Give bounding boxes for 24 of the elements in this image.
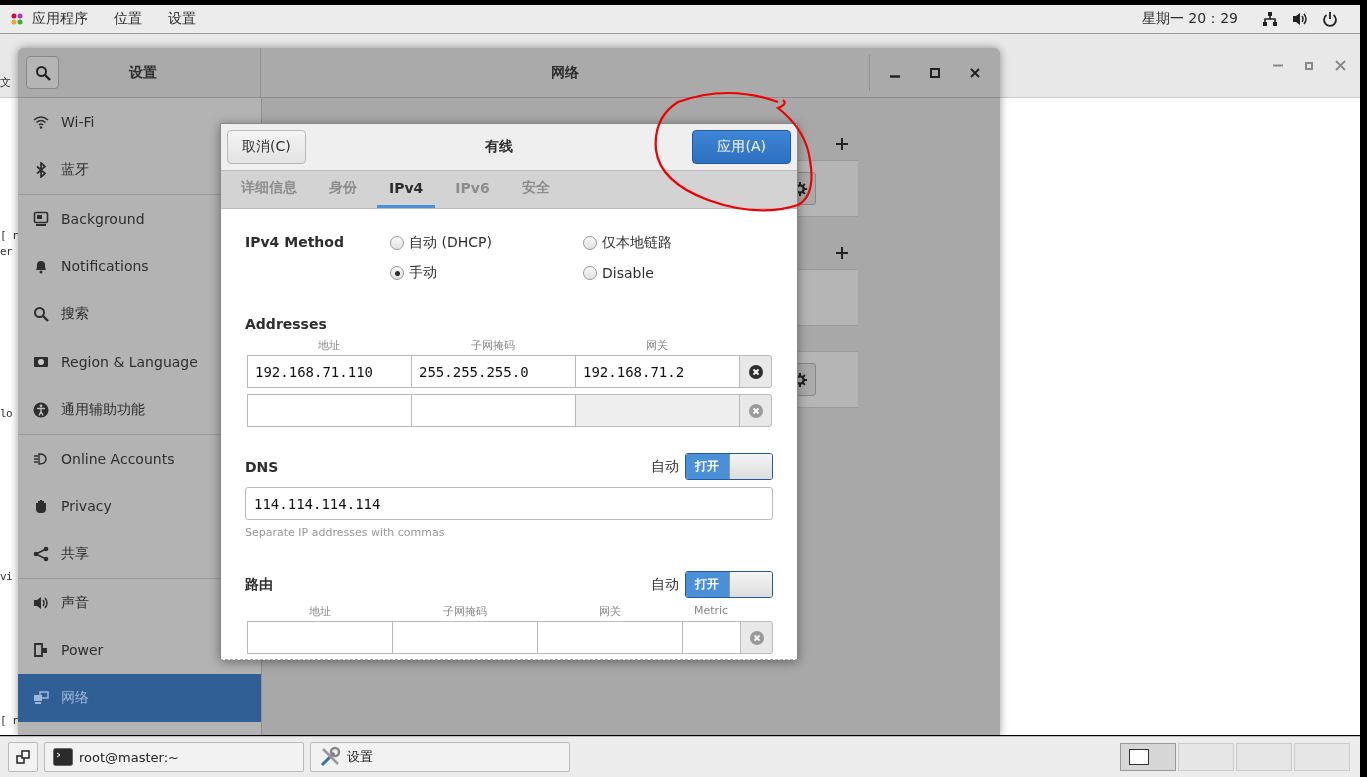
switch-label: 自动 (651, 457, 679, 476)
section-title: Addresses (245, 316, 328, 332)
terminal-text: vi (0, 570, 13, 583)
terminal-text: lo (0, 407, 13, 420)
sidebar-title: 设置 (127, 63, 158, 82)
terminal-text: 文 (0, 75, 11, 90)
column-header: Metric (692, 604, 730, 619)
radio-label: Disable (602, 265, 654, 281)
column-header: 子网掩码 (441, 604, 488, 620)
column-header: 地址 (307, 604, 332, 620)
column-header: 地址 (317, 338, 341, 354)
column-header: 子网掩码 (470, 338, 516, 354)
window-title: 网络 (550, 63, 580, 82)
hint-text: Separate IP addresses with commas (245, 526, 446, 539)
column-header: 网关 (645, 338, 669, 354)
terminal-text: [ r (0, 229, 19, 242)
terminal-text: [ r (0, 714, 19, 727)
switch-label: 自动 (651, 575, 679, 594)
radio-label: 仅本地链路 (602, 234, 672, 252)
dialog-title: 有线 (485, 138, 514, 156)
radio-label: 自动 (DHCP) (409, 234, 492, 252)
column-header: 网关 (597, 604, 622, 620)
radio-label: 手动 (409, 264, 437, 282)
terminal-text: er (0, 245, 13, 258)
